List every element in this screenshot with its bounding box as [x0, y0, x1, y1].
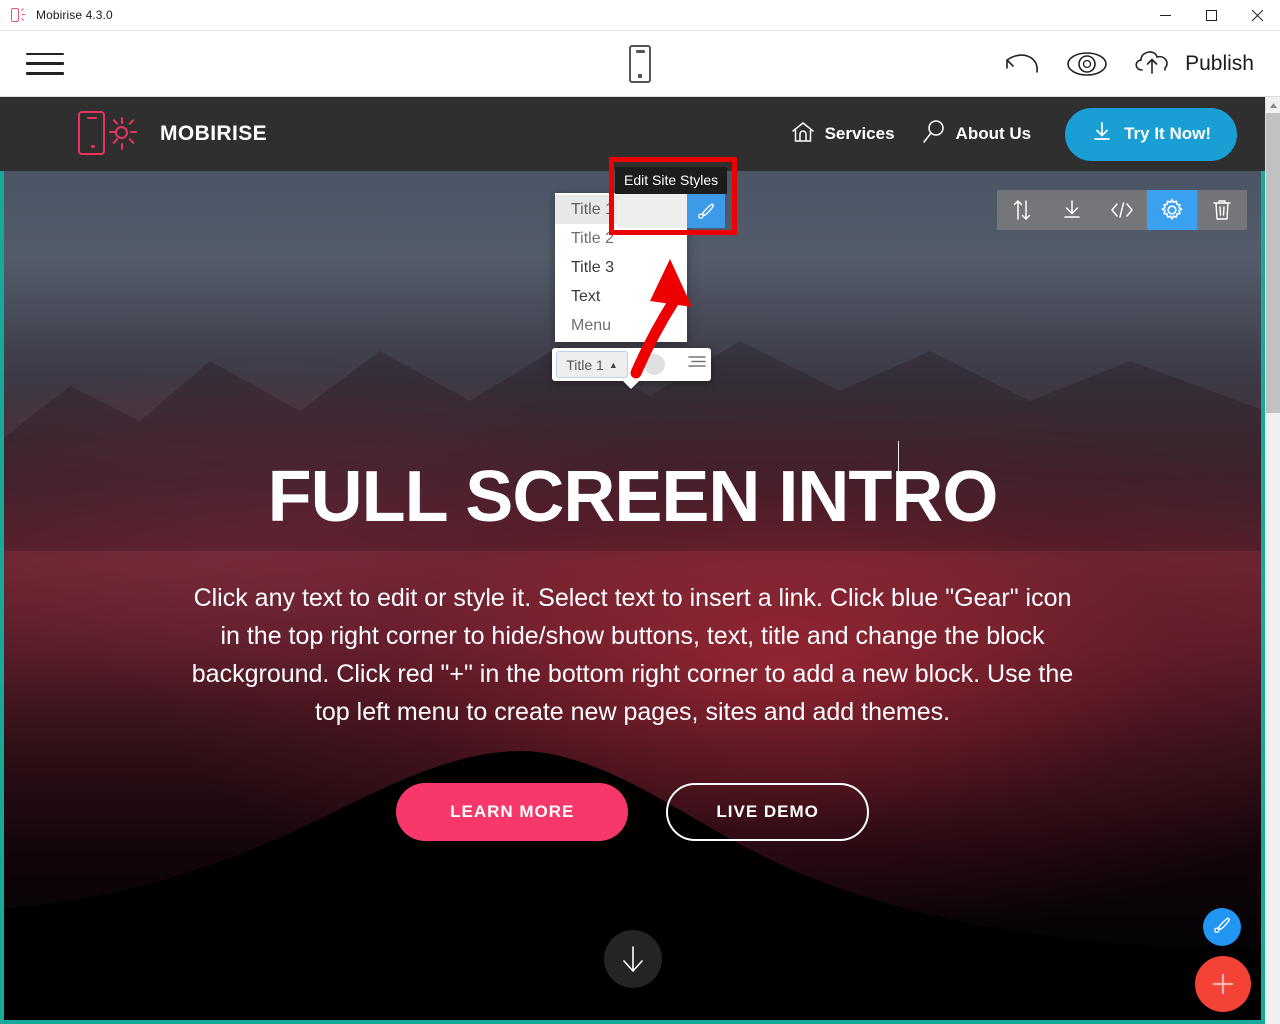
style-option-title-3[interactable]: Title 3 [555, 253, 687, 282]
block-settings-gear-icon[interactable] [1147, 190, 1197, 230]
try-it-now-label: Try It Now! [1124, 124, 1211, 143]
style-option-title-2[interactable]: Title 2 [555, 224, 687, 253]
window-titlebar: Mobirise 4.3.0 [0, 0, 1280, 31]
paintbrush-icon [698, 203, 715, 219]
site-brand[interactable]: MOBIRISE [78, 111, 267, 157]
add-block-fab-button[interactable] [1195, 956, 1251, 1012]
vertical-scrollbar[interactable] [1265, 97, 1280, 1024]
style-tag-dropdown-button[interactable]: Title 1 ▲ [556, 351, 628, 378]
nav-label-about-us: About Us [955, 124, 1032, 143]
mobirise-phone-sun-icon [78, 111, 142, 157]
nav-label-services: Services [824, 124, 895, 143]
window-title: Mobirise 4.3.0 [36, 8, 113, 22]
scroll-up-arrow-icon[interactable] [1266, 97, 1280, 113]
edit-code-button[interactable] [1097, 190, 1147, 230]
scrollbar-thumb[interactable] [1266, 113, 1280, 413]
window-controls [1142, 0, 1280, 31]
text-align-icon[interactable] [687, 354, 707, 375]
mobile-preview-icon[interactable] [629, 44, 651, 83]
home-icon [790, 120, 816, 149]
delete-block-button[interactable] [1197, 190, 1247, 230]
publish-label: Publish [1185, 51, 1254, 75]
style-option-menu[interactable]: Menu [555, 311, 687, 340]
style-tag-label: Title 1 [566, 356, 604, 373]
editor-toolbar-right: Publish [1001, 45, 1254, 82]
text-style-toolbar: Title 1 ▲ [552, 348, 711, 389]
nav-item-about-us[interactable]: About Us [921, 119, 1032, 150]
undo-icon[interactable] [1001, 48, 1043, 80]
edit-site-styles-tooltip: Edit Site Styles [615, 167, 728, 194]
hero-paragraph[interactable]: Click any text to edit or style it. Sele… [183, 579, 1083, 731]
learn-more-button[interactable]: LEARN MORE [396, 783, 629, 841]
publish-button[interactable]: Publish [1131, 45, 1254, 82]
style-option-text[interactable]: Text [555, 282, 687, 311]
block-toolbar [997, 190, 1247, 230]
hamburger-menu-icon[interactable] [26, 49, 64, 79]
site-style-fab-button[interactable] [1203, 908, 1241, 946]
hero-title-text: FULL SCREEN INTRO [267, 457, 999, 537]
eye-preview-icon[interactable] [1065, 49, 1109, 79]
download-icon [1091, 121, 1113, 148]
search-icon [921, 119, 947, 150]
close-button[interactable] [1234, 0, 1280, 31]
plus-icon [1212, 973, 1234, 995]
minimize-button[interactable] [1142, 0, 1188, 31]
mobirise-logo-icon [10, 7, 28, 23]
site-nav-links: Services About Us Try It Now! [790, 107, 1237, 161]
editor-toolbar: Publish [0, 31, 1280, 97]
hero-buttons: LEARN MORE LIVE DEMO [0, 783, 1265, 841]
hero-title[interactable]: FULL SCREEN INTRO [268, 441, 998, 533]
save-block-button[interactable] [1047, 190, 1097, 230]
style-popup-top-row [617, 194, 725, 228]
brand-name: MOBIRISE [160, 122, 268, 145]
text-cursor-caret [897, 441, 900, 519]
live-demo-button[interactable]: LIVE DEMO [666, 783, 869, 841]
try-it-now-button[interactable]: Try It Now! [1065, 107, 1237, 161]
chevron-up-icon: ▲ [608, 359, 618, 370]
site-navbar: MOBIRISE Services About Us Try It Now! [0, 97, 1265, 171]
maximize-button[interactable] [1188, 0, 1234, 31]
nav-item-services[interactable]: Services [790, 120, 895, 149]
move-block-button[interactable] [997, 190, 1047, 230]
style-popup-spacer [617, 194, 687, 228]
paintbrush-icon [1212, 915, 1232, 940]
scroll-down-arrow-icon[interactable] [603, 930, 662, 988]
cloud-upload-icon [1131, 45, 1175, 82]
edit-site-styles-brush-button[interactable] [687, 194, 725, 228]
text-color-swatch[interactable] [644, 354, 665, 375]
